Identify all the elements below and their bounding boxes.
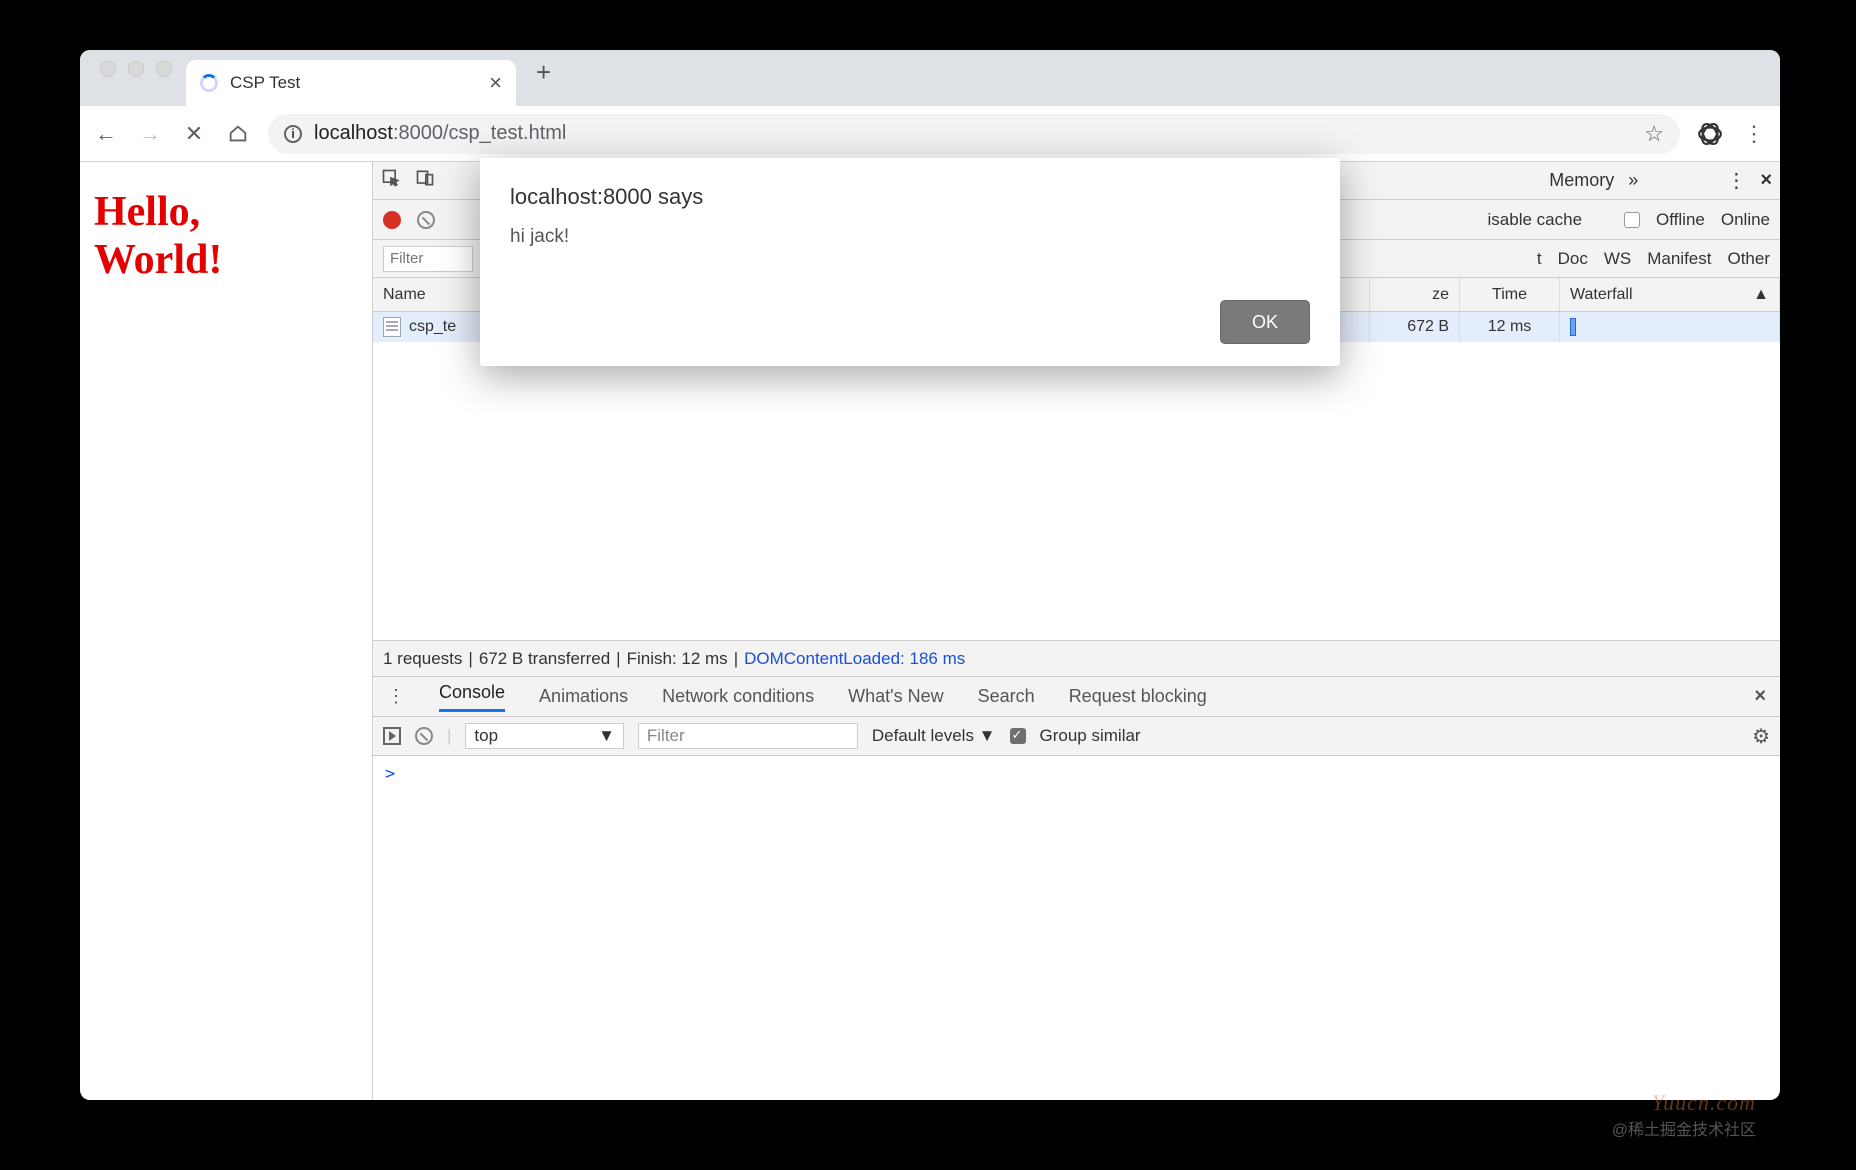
devtools-tab-memory[interactable]: Memory bbox=[1549, 170, 1614, 191]
drawer-tab-network-conditions[interactable]: Network conditions bbox=[662, 686, 814, 707]
close-tab-icon[interactable]: × bbox=[489, 70, 502, 96]
console-toolbar: | top▼ Filter Default levels ▼ Group sim… bbox=[373, 716, 1780, 756]
console-levels-select[interactable]: Default levels ▼ bbox=[872, 726, 996, 746]
bookmark-star-icon[interactable]: ☆ bbox=[1644, 121, 1664, 147]
drawer-menu-icon[interactable]: ⋮ bbox=[387, 686, 405, 707]
col-time[interactable]: Time bbox=[1460, 278, 1560, 311]
browser-tab[interactable]: CSP Test × bbox=[186, 60, 516, 106]
inspect-element-icon[interactable] bbox=[381, 168, 401, 193]
network-filter-input[interactable] bbox=[383, 246, 473, 272]
browser-window: CSP Test × + ← → ✕ i localhost:8000/csp_… bbox=[80, 50, 1780, 1100]
site-info-icon[interactable]: i bbox=[284, 125, 302, 143]
page-heading-line2: World! bbox=[94, 236, 358, 284]
row-size: 672 B bbox=[1370, 312, 1460, 342]
console-play-icon[interactable] bbox=[383, 727, 401, 745]
js-alert-dialog: localhost:8000 says hi jack! OK bbox=[480, 158, 1340, 366]
new-tab-button[interactable]: + bbox=[536, 57, 551, 100]
filter-type-manifest[interactable]: Manifest bbox=[1647, 249, 1711, 269]
home-button[interactable] bbox=[224, 120, 252, 148]
url-text: localhost:8000/csp_test.html bbox=[314, 122, 566, 145]
online-label[interactable]: Online bbox=[1721, 210, 1770, 230]
row-waterfall bbox=[1560, 312, 1780, 342]
offline-label: Offline bbox=[1656, 210, 1705, 230]
col-size[interactable]: ze bbox=[1370, 278, 1460, 311]
watermark-credit: @稀土掘金技术社区 bbox=[1612, 1116, 1756, 1140]
console-clear-icon[interactable] bbox=[415, 727, 433, 745]
maximize-window-dot[interactable] bbox=[156, 61, 172, 77]
drawer-tab-animations[interactable]: Animations bbox=[539, 686, 628, 707]
alert-message: hi jack! bbox=[510, 226, 1310, 248]
browser-menu-icon[interactable]: ⋮ bbox=[1740, 120, 1768, 148]
forward-button[interactable]: → bbox=[136, 120, 164, 148]
status-transferred: 672 B transferred bbox=[479, 649, 610, 669]
drawer-tab-request-blocking[interactable]: Request blocking bbox=[1069, 686, 1207, 707]
filter-type-other[interactable]: Other bbox=[1727, 249, 1770, 269]
status-dcl: DOMContentLoaded: 186 ms bbox=[744, 649, 965, 669]
clear-button[interactable] bbox=[417, 211, 435, 229]
minimize-window-dot[interactable] bbox=[128, 61, 144, 77]
drawer-tab-whats-new[interactable]: What's New bbox=[848, 686, 943, 707]
filter-type-ws[interactable]: WS bbox=[1604, 249, 1631, 269]
disable-cache-label: isable cache bbox=[1488, 210, 1583, 230]
address-bar[interactable]: i localhost:8000/csp_test.html ☆ bbox=[268, 114, 1680, 154]
alert-title: localhost:8000 says bbox=[510, 184, 1310, 210]
console-filter-input[interactable]: Filter bbox=[638, 723, 858, 749]
tab-strip: CSP Test × + bbox=[80, 50, 1780, 106]
watermark-brand: Yuucn.com bbox=[1652, 1090, 1756, 1116]
drawer-tab-bar: ⋮ Console Animations Network conditions … bbox=[373, 676, 1780, 716]
row-name: csp_te bbox=[409, 318, 456, 336]
console-prompt: > bbox=[385, 764, 395, 784]
tab-title: CSP Test bbox=[230, 73, 477, 93]
drawer-close-icon[interactable]: × bbox=[1754, 685, 1766, 708]
device-toggle-icon[interactable] bbox=[415, 168, 435, 193]
extension-icon[interactable] bbox=[1696, 120, 1724, 148]
page-heading-line1: Hello, bbox=[94, 188, 358, 236]
record-button[interactable] bbox=[383, 211, 401, 229]
console-context-select[interactable]: top▼ bbox=[465, 723, 623, 749]
close-window-dot[interactable] bbox=[100, 61, 116, 77]
console-body[interactable]: > bbox=[373, 756, 1780, 1100]
loading-spinner-icon bbox=[200, 74, 218, 92]
browser-toolbar: ← → ✕ i localhost:8000/csp_test.html ☆ ⋮ bbox=[80, 106, 1780, 162]
offline-checkbox[interactable] bbox=[1624, 212, 1640, 228]
row-time: 12 ms bbox=[1460, 312, 1560, 342]
group-similar-label: Group similar bbox=[1040, 726, 1141, 746]
drawer-tab-console[interactable]: Console bbox=[439, 682, 505, 712]
alert-ok-button[interactable]: OK bbox=[1220, 300, 1310, 344]
page-body: Hello, World! bbox=[80, 162, 372, 1100]
filter-type-doc[interactable]: Doc bbox=[1558, 249, 1588, 269]
col-waterfall[interactable]: Waterfall▲ bbox=[1560, 278, 1780, 311]
status-finish: Finish: 12 ms bbox=[627, 649, 728, 669]
group-similar-checkbox[interactable] bbox=[1010, 728, 1026, 744]
devtools-menu-icon[interactable]: ⋮ bbox=[1726, 168, 1746, 193]
stop-button[interactable]: ✕ bbox=[180, 120, 208, 148]
more-tabs-icon[interactable]: » bbox=[1628, 170, 1638, 191]
network-status-bar: 1 requests | 672 B transferred | Finish:… bbox=[373, 640, 1780, 676]
drawer-tab-search[interactable]: Search bbox=[978, 686, 1035, 707]
console-settings-icon[interactable]: ⚙ bbox=[1752, 724, 1770, 749]
filter-type-t[interactable]: t bbox=[1537, 249, 1542, 269]
devtools-close-icon[interactable]: × bbox=[1760, 169, 1772, 192]
status-requests: 1 requests bbox=[383, 649, 462, 669]
file-icon bbox=[383, 317, 401, 337]
back-button[interactable]: ← bbox=[92, 120, 120, 148]
window-controls bbox=[92, 61, 186, 95]
